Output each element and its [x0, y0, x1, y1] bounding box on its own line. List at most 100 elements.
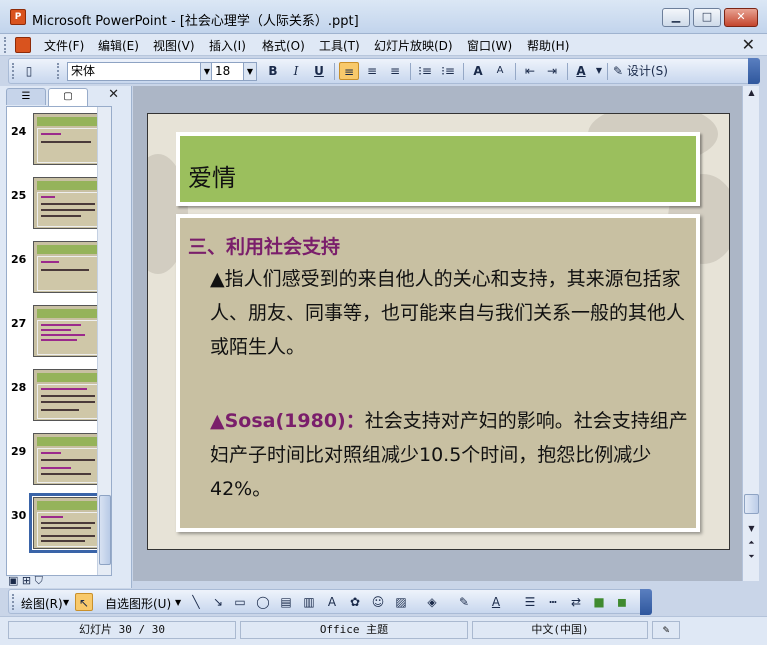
section-heading: 三、利用社会支持	[188, 236, 341, 258]
toolbar-options-icon[interactable]	[640, 589, 652, 615]
align-right-button[interactable]: ≡	[385, 62, 405, 80]
rectangle-icon[interactable]: ▭	[231, 593, 249, 611]
chevron-down-icon[interactable]: ▼	[589, 62, 609, 80]
dash-style-icon[interactable]: ┅	[544, 593, 562, 611]
thumbnail-body	[37, 512, 99, 547]
draw-menu-button[interactable]: 绘图(R)	[21, 595, 63, 612]
clipart-icon[interactable]: ☺	[369, 593, 387, 611]
picture-icon[interactable]: ▨	[392, 593, 410, 611]
thumbnail-scrollbar[interactable]	[97, 107, 111, 575]
slide-thumbnail-selected[interactable]	[29, 493, 105, 553]
font-size-select[interactable]: 18 ▼	[211, 62, 257, 81]
slide-thumbnail[interactable]	[33, 177, 101, 229]
select-pointer-icon[interactable]: ↖	[75, 593, 93, 611]
slide[interactable]: 爱情 三、利用社会支持 ▲指人们感受到的来自他人的关心和支持，其来源包括家人、朋…	[147, 113, 730, 550]
slide-number: 24	[11, 125, 27, 138]
decrease-indent-icon[interactable]: ⇤	[520, 62, 540, 80]
align-left-button[interactable]: ≡	[339, 62, 359, 80]
toolbar-grip[interactable]	[12, 594, 15, 610]
chevron-down-icon[interactable]: ▼	[63, 598, 69, 607]
toolbar-options-icon[interactable]	[748, 58, 760, 84]
diagram-icon[interactable]: ✿	[346, 593, 364, 611]
line-style-icon[interactable]: ☰	[521, 593, 539, 611]
chevron-down-icon[interactable]: ▼	[243, 63, 256, 80]
underline-button[interactable]: U	[309, 62, 329, 80]
thumbnail-body	[37, 320, 99, 355]
italic-button[interactable]: I	[286, 62, 306, 80]
slide-title-placeholder[interactable]: 爱情	[176, 132, 700, 206]
line-icon[interactable]: ╲	[187, 593, 205, 611]
font-name-select[interactable]: 宋体 ▼	[67, 62, 214, 81]
slide-body-placeholder[interactable]: 三、利用社会支持 ▲指人们感受到的来自他人的关心和支持，其来源包括家人、朋友、同…	[176, 214, 700, 532]
thumbnail-text-line	[41, 209, 95, 211]
close-document-icon[interactable]: ✕	[742, 35, 755, 54]
menu-help[interactable]: 帮助(H)	[527, 37, 569, 54]
bullet-list-icon[interactable]: ⁝≡	[438, 62, 458, 80]
chevron-down-icon[interactable]: ▼	[175, 598, 181, 607]
slide-thumbnail[interactable]	[33, 113, 101, 165]
menu-tools[interactable]: 工具(T)	[319, 37, 360, 54]
autoshapes-button[interactable]: 自选图形(U)	[105, 595, 171, 612]
menu-insert[interactable]: 插入(I)	[209, 37, 246, 54]
menu-file[interactable]: 文件(F)	[44, 37, 84, 54]
normal-view-icon[interactable]: ▣	[8, 574, 18, 587]
fill-color-icon[interactable]: ◈	[423, 593, 441, 611]
design-button[interactable]: ✎ 设计(S)	[613, 62, 681, 80]
vertical-scrollbar[interactable]: ▲ ▼ ⏶ ⏷	[742, 86, 759, 581]
menu-slideshow[interactable]: 幻灯片放映(D)	[374, 37, 453, 54]
arrow-icon[interactable]: ↘	[209, 593, 227, 611]
align-center-button[interactable]: ≡	[362, 62, 382, 80]
vertical-textbox-icon[interactable]: ▥	[300, 593, 318, 611]
arrow-style-icon[interactable]: ⇄	[567, 593, 585, 611]
slideshow-icon[interactable]: ⛉	[35, 574, 43, 587]
line-color-icon[interactable]: ✎	[455, 593, 473, 611]
close-button[interactable]: ✕	[724, 8, 758, 27]
tab-outline[interactable]: ☰	[6, 88, 46, 105]
menu-window[interactable]: 窗口(W)	[467, 37, 512, 54]
paragraph-2-prefix: ▲Sosa(1980)：	[210, 410, 365, 432]
thumbnail-text-line	[41, 133, 61, 135]
shrink-font-button[interactable]: A	[490, 62, 510, 80]
numbered-list-icon[interactable]: ⁝≡	[415, 62, 435, 80]
shadow-style-icon[interactable]: ■	[590, 593, 608, 611]
next-slide-icon[interactable]: ⏷	[744, 550, 759, 564]
menu-format[interactable]: 格式(O)	[262, 37, 305, 54]
tab-slides[interactable]: ▢	[48, 88, 88, 106]
bold-button[interactable]: B	[263, 62, 283, 80]
thumbnail-text-line	[41, 395, 95, 397]
scroll-up-icon[interactable]: ▲	[744, 86, 759, 100]
menu-edit[interactable]: 编辑(E)	[98, 37, 139, 54]
scroll-thumb[interactable]	[744, 494, 759, 514]
toolbar-grip[interactable]	[12, 63, 15, 79]
document-icon[interactable]	[15, 37, 31, 53]
thumbnail-scroll-thumb[interactable]	[99, 495, 111, 565]
slide-thumbnail[interactable]	[33, 305, 101, 357]
thumbnail-text-line	[41, 269, 89, 271]
textbox-icon[interactable]: ▤	[277, 593, 295, 611]
increase-indent-icon[interactable]: ⇥	[542, 62, 562, 80]
toolbar-grip-2[interactable]	[57, 63, 60, 79]
slide-thumbnail[interactable]	[33, 369, 101, 421]
spelling-check-icon[interactable]: ✎	[652, 621, 680, 639]
previous-slide-icon[interactable]: ⏶	[744, 536, 759, 550]
thumbnail-text-line	[41, 334, 85, 336]
grow-font-button[interactable]: A	[468, 62, 488, 80]
toolbar-separator	[515, 63, 516, 80]
slide-thumbnail[interactable]	[33, 433, 101, 485]
slide-sorter-icon[interactable]: ⊞	[22, 574, 31, 587]
font-color-icon[interactable]: A	[487, 593, 505, 611]
slide-thumbnail[interactable]	[33, 241, 101, 293]
minimize-button[interactable]: ▁	[662, 8, 690, 27]
new-document-icon[interactable]: ▯	[19, 62, 39, 80]
maximize-button[interactable]: □	[693, 8, 721, 27]
close-pane-icon[interactable]: ✕	[108, 87, 119, 102]
title-bar: P Microsoft PowerPoint - [社会心理学（人际关系）.pp…	[0, 0, 767, 34]
powerpoint-icon[interactable]: P	[10, 9, 26, 25]
font-color-button[interactable]: A	[571, 62, 591, 80]
oval-icon[interactable]: ◯	[254, 593, 272, 611]
menu-grip[interactable]	[4, 37, 8, 53]
scroll-down-icon[interactable]: ▼	[744, 522, 759, 536]
menu-view[interactable]: 视图(V)	[153, 37, 195, 54]
wordart-icon[interactable]: A	[323, 593, 341, 611]
3d-style-icon[interactable]: ◼	[613, 593, 631, 611]
